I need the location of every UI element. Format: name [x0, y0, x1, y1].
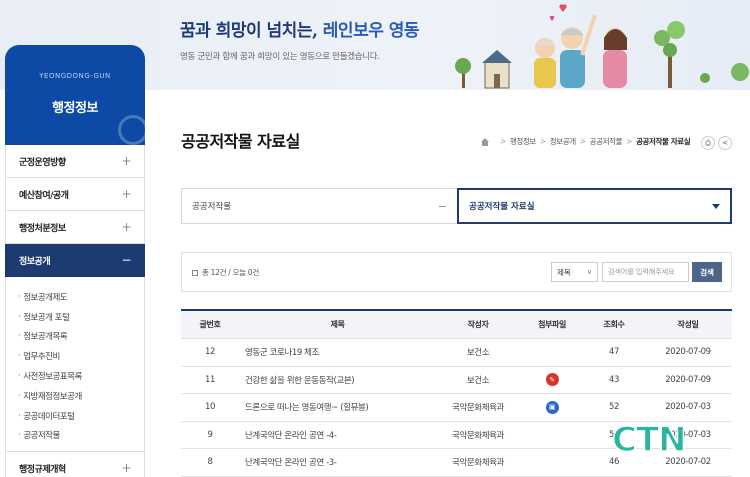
search-type-select[interactable]: 제목 ∨	[551, 262, 598, 282]
column-header: 작성일	[677, 320, 699, 329]
category-select-secondary[interactable]: 공공저작물 자료실	[457, 188, 732, 224]
hwp-file-icon[interactable]: ▣	[545, 400, 559, 414]
chevron-right-icon: >	[500, 137, 506, 146]
submenu-item[interactable]: 지방재정정보공개	[18, 386, 144, 406]
share-icon[interactable]: <	[718, 136, 732, 150]
column-header: 조회수	[603, 320, 625, 329]
column-header: 작성자	[467, 320, 489, 329]
chevron-right-icon: >	[626, 137, 633, 146]
sidebar-item-info-disclosure[interactable]: 정보공개 −	[5, 244, 145, 277]
page-title: 공공저작물 자료실	[181, 132, 300, 151]
sidebar-english-name: YEONGDONG-GUN	[39, 72, 111, 80]
breadcrumb: > 행정정보 > 정보공개 > 공공저작물 > 공공저작물 자료실	[480, 136, 691, 147]
emblem-icon	[118, 115, 145, 145]
pdf-file-icon[interactable]: ✎	[545, 373, 559, 387]
family-illustration	[455, 4, 749, 89]
caret-down-icon	[712, 203, 720, 209]
breadcrumb-item[interactable]: 공공저작물	[590, 136, 623, 147]
breadcrumb-item[interactable]: 행정정보	[510, 136, 536, 147]
plus-icon: +	[121, 187, 131, 201]
sidebar-item-regulation-reform[interactable]: 행정규제개혁 +	[5, 452, 145, 477]
chevron-right-icon: >	[579, 137, 586, 146]
submenu-item[interactable]: 공공데이터포털	[18, 406, 144, 426]
submenu-item[interactable]: 사전정보공표목록	[18, 366, 144, 386]
table-row[interactable]: 11 건강한 삶을 위한 운동동작(교본) 보건소 ✎ 43 2020-07-0…	[181, 367, 732, 394]
banner-slogan: 꿈과 희망이 넘치는, 레인보우 영동	[180, 21, 420, 41]
column-header: 첨부파일	[538, 320, 566, 329]
sidebar-item-admin-disposition[interactable]: 행정처분정보 +	[5, 211, 145, 244]
minus-icon: −	[121, 253, 131, 267]
table-row[interactable]: 12 영동군 코로나19 체조 보건소 47 2020-07-09	[181, 339, 732, 367]
post-title-link[interactable]: 건강한 삶을 위한 운동동작(교본)	[239, 374, 436, 386]
column-header: 글번호	[199, 320, 221, 329]
post-title-link[interactable]: 난계국악단 온라인 공연 -4-	[239, 429, 436, 441]
post-title-link[interactable]: 드론으로 떠나는 영동여행~ (힐뮤봉)	[239, 401, 436, 413]
chevron-down-icon: ∨	[586, 268, 592, 276]
sidebar-item-budget[interactable]: 예산참여/공개 +	[5, 178, 145, 211]
category-select-primary[interactable]: 공공저작물 −	[181, 188, 457, 224]
list-icon	[192, 269, 198, 276]
plus-icon: +	[121, 461, 131, 476]
submenu-item-active[interactable]: 공공저작물	[18, 426, 144, 446]
submenu-item[interactable]: 정보공개목록	[18, 327, 144, 347]
column-header: 제목	[330, 320, 345, 329]
post-title-link[interactable]: 난계국악단 온라인 공연 -3-	[239, 456, 436, 468]
submenu-item[interactable]: 정보공개제도	[18, 287, 144, 307]
plus-icon: +	[121, 220, 131, 234]
sidebar-submenu: 정보공개제도 정보공개 포털 정보공개목록 업무추진비 사전정보공표목록 지방재…	[5, 277, 145, 453]
breadcrumb-current: 공공저작물 자료실	[636, 137, 691, 146]
minus-icon: −	[437, 199, 447, 213]
ctn-watermark-logo: CTN	[611, 419, 687, 461]
print-icon[interactable]: ⎙	[701, 136, 715, 150]
search-panel: 총 12건 / 오늘 0건 제목 ∨ 검색	[181, 252, 732, 292]
breadcrumb-item[interactable]: 정보공개	[550, 136, 576, 147]
sidebar-header: YEONGDONG-GUN 행정정보	[5, 45, 145, 145]
chevron-right-icon: >	[539, 137, 546, 146]
home-icon[interactable]	[480, 137, 490, 147]
table-row[interactable]: 10 드론으로 떠나는 영동여행~ (힐뮤봉) 국악문화체육과 ▣ 52 202…	[181, 394, 732, 422]
table-header: 글번호 제목 작성자 첨부파일 조회수 작성일	[181, 311, 732, 339]
sidebar-item-county-direction[interactable]: 군정운영방향 +	[5, 145, 145, 178]
banner-sub-slogan: 영동 군민과 함께 꿈과 희망이 있는 영동으로 만들겠습니다.	[180, 52, 380, 62]
plus-icon: +	[121, 154, 131, 168]
search-button[interactable]: 검색	[692, 262, 722, 282]
sidebar-menu: 군정운영방향+ 예산참여/공개+ 행정처분정보+ 정보공개− 정보공개제도 정보…	[5, 145, 145, 477]
submenu-item[interactable]: 정보공개 포털	[18, 307, 144, 327]
search-input[interactable]	[602, 262, 689, 282]
sidebar-title: 행정정보	[52, 101, 98, 116]
post-title-link[interactable]: 영동군 코로나19 체조	[239, 346, 436, 358]
post-count: 총 12건 / 오늘 0건	[192, 267, 259, 278]
submenu-item[interactable]: 업무추진비	[18, 346, 144, 366]
